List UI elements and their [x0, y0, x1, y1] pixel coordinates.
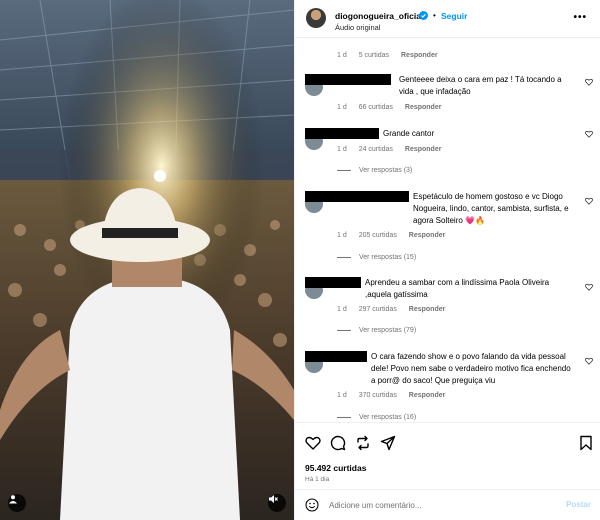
reply-button[interactable]: Responder — [401, 52, 438, 59]
tagged-user-icon[interactable] — [8, 494, 26, 512]
view-replies-line — [337, 256, 351, 258]
like-comment-icon[interactable] — [585, 283, 593, 291]
view-replies-button[interactable]: Ver respostas (15) — [337, 254, 416, 261]
post-actions: 95.492 curtidas Há 1 dia — [295, 422, 600, 488]
reply-button[interactable]: Responder — [409, 232, 446, 239]
comment-text: Aprendeu a sambar com a lindíssima Paola… — [365, 278, 550, 299]
post-header: diogonogueira_oficial • Seguir Áudio ori… — [295, 0, 600, 38]
redacted-username — [305, 128, 379, 139]
reply-button[interactable]: Responder — [405, 104, 442, 111]
view-replies-button[interactable]: Ver respostas (79) — [337, 327, 416, 334]
comment-meta: 1 d 5 curtidas Responder — [337, 52, 448, 59]
repost-icon[interactable] — [355, 435, 371, 451]
comment-time: 1 d — [337, 306, 347, 313]
heart-icon[interactable] — [305, 435, 321, 451]
redacted-username — [305, 191, 409, 202]
comment-meta: 1 d 297 curtidas Responder — [337, 306, 455, 313]
share-icon[interactable] — [380, 435, 396, 451]
view-replies-label[interactable]: Ver respostas (15) — [359, 254, 416, 261]
comment-text: Espetáculo de homem gostoso e vc Diogo N… — [413, 192, 569, 225]
view-replies-line — [337, 169, 351, 171]
comment-meta: 1 d 370 curtidas Responder — [337, 392, 455, 399]
author-avatar[interactable] — [306, 8, 326, 28]
redacted-username — [305, 74, 391, 85]
concert-image — [0, 0, 294, 520]
comment-likes[interactable]: 370 curtidas — [359, 392, 397, 399]
comments-list[interactable]: 1 d 5 curtidas Responder Genteeee deixa … — [295, 39, 600, 422]
like-comment-icon[interactable] — [585, 357, 593, 365]
emoji-icon[interactable] — [305, 498, 319, 512]
post-side-panel: diogonogueira_oficial • Seguir Áudio ori… — [294, 0, 600, 520]
bookmark-icon[interactable] — [578, 435, 594, 451]
reply-button[interactable]: Responder — [405, 146, 442, 153]
post-time: Há 1 dia — [305, 476, 330, 483]
view-replies-line — [337, 329, 351, 331]
reply-button[interactable]: Responder — [409, 392, 446, 399]
comment-icon[interactable] — [330, 435, 346, 451]
comment-time: 1 d — [337, 146, 347, 153]
comment-time: 1 d — [337, 104, 347, 111]
comment-input[interactable] — [329, 498, 529, 512]
redacted-username — [305, 277, 361, 288]
separator-dot: • — [433, 11, 436, 20]
comment-likes[interactable]: 297 curtidas — [359, 306, 397, 313]
author-username[interactable]: diogonogueira_oficial — [335, 11, 423, 21]
comment-time: 1 d — [337, 392, 347, 399]
view-replies-label[interactable]: Ver respostas (16) — [359, 414, 416, 421]
comment-text: Grande cantor — [383, 129, 435, 138]
view-replies-line — [337, 416, 351, 418]
comment-time: 1 d — [337, 232, 347, 239]
view-replies-label[interactable]: Ver respostas (79) — [359, 327, 416, 334]
post-comment-button[interactable]: Postar — [566, 500, 591, 509]
reel-video[interactable] — [0, 0, 294, 520]
more-options-icon[interactable]: ••• — [573, 12, 587, 23]
like-comment-icon[interactable] — [585, 130, 593, 138]
verified-badge-icon — [419, 11, 428, 20]
comment-meta: 1 d 24 curtidas Responder — [337, 146, 451, 153]
comment-likes[interactable]: 205 curtidas — [359, 232, 397, 239]
like-comment-icon[interactable] — [585, 78, 593, 86]
audio-link[interactable]: Áudio original — [335, 23, 380, 32]
comment-meta: 1 d 66 curtidas Responder — [337, 104, 451, 111]
add-comment-bar: Postar — [295, 489, 600, 520]
view-replies-button[interactable]: Ver respostas (16) — [337, 414, 416, 421]
comment-text: O cara fazendo show e o povo falando da … — [371, 352, 571, 385]
comment-meta: 1 d 205 curtidas Responder — [337, 232, 455, 239]
mute-icon[interactable] — [268, 494, 286, 512]
view-replies-label[interactable]: Ver respostas (3) — [359, 167, 412, 174]
follow-button[interactable]: Seguir — [441, 11, 467, 21]
reply-button[interactable]: Responder — [409, 306, 446, 313]
redacted-username — [305, 351, 367, 362]
comment-text: Genteeee deixa o cara em paz ! Tá tocand… — [399, 75, 562, 96]
likes-count[interactable]: 95.492 curtidas — [305, 463, 366, 473]
comment-likes[interactable]: 24 curtidas — [359, 146, 393, 153]
comment-time: 1 d — [337, 52, 347, 59]
comment-likes[interactable]: 66 curtidas — [359, 104, 393, 111]
like-comment-icon[interactable] — [585, 197, 593, 205]
comment-likes[interactable]: 5 curtidas — [359, 52, 389, 59]
view-replies-button[interactable]: Ver respostas (3) — [337, 167, 412, 174]
